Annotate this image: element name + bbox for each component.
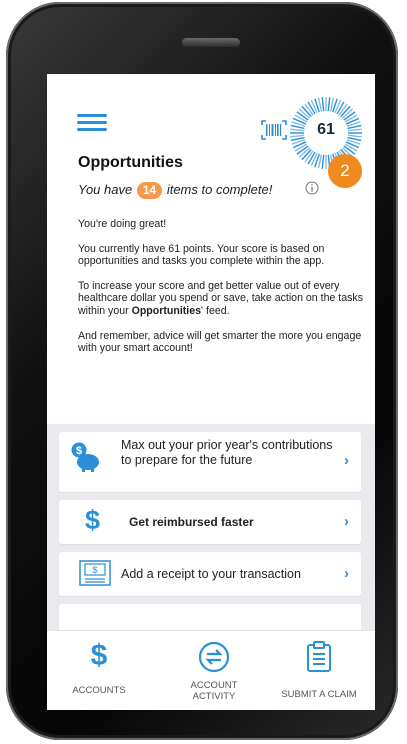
opportunity-card-receipt[interactable]: $ Add a receipt to your transaction ›: [59, 552, 361, 596]
card-label: Get reimbursed faster: [129, 515, 254, 529]
clipboard-icon: [307, 641, 331, 672]
phone-frame: 61 2 Opportunities You have 14 items to …: [6, 2, 398, 740]
subtitle-suffix: items to complete!: [166, 182, 273, 197]
body-paragraph: You're doing great!: [78, 218, 167, 230]
app-screen: 61 2 Opportunities You have 14 items to …: [47, 74, 375, 710]
info-icon[interactable]: [305, 181, 319, 195]
piggy-bank-icon: $: [71, 442, 99, 472]
opportunities-header: 61 2 Opportunities You have 14 items to …: [47, 74, 375, 424]
barcode-icon[interactable]: [261, 120, 287, 140]
bottom-tab-bar: $ ACCOUNTS ACCOUNT ACTIVITY SUBMIT A CLA…: [47, 630, 375, 710]
tab-label: ACCOUNT ACTIVITY: [190, 680, 238, 702]
tab-submit-claim[interactable]: SUBMIT A CLAIM: [269, 637, 369, 700]
body-paragraph: And remember, advice will get smarter th…: [78, 329, 362, 355]
opportunity-card-reimbursed[interactable]: $ Get reimbursed faster ›: [59, 500, 361, 544]
body-paragraph: To increase your score and get better va…: [78, 280, 370, 318]
transfer-icon: [198, 641, 230, 673]
body-paragraph: You currently have 61 points. Your score…: [78, 242, 325, 268]
tab-label: SUBMIT A CLAIM: [281, 689, 357, 700]
tab-accounts[interactable]: $ ACCOUNTS: [49, 637, 149, 696]
chevron-right-icon[interactable]: ›: [344, 452, 349, 469]
opportunities-emphasis: Opportunities: [131, 304, 202, 317]
chevron-right-icon[interactable]: ›: [344, 513, 349, 530]
card-label: Add a receipt to your transaction: [121, 567, 301, 581]
subtitle-prefix: You have: [78, 182, 133, 197]
speaker-grille: [182, 38, 240, 47]
body-text-after: ' feed.: [201, 304, 230, 317]
opportunity-card-max-contributions[interactable]: $ Max out your prior year's contribution…: [59, 432, 361, 492]
menu-icon[interactable]: [77, 114, 107, 131]
score-explanation: You're doing great! You currently have 6…: [78, 218, 370, 367]
score-value: 61: [317, 121, 335, 138]
page-title: Opportunities: [78, 154, 183, 171]
svg-text:$: $: [76, 445, 82, 457]
items-subtitle: You have 14 items to complete!: [78, 182, 272, 199]
chevron-right-icon[interactable]: ›: [344, 565, 349, 582]
receipt-icon: $: [79, 560, 111, 586]
tab-label: ACCOUNTS: [72, 685, 126, 696]
items-count-badge: 14: [136, 182, 163, 199]
notification-badge[interactable]: 2: [328, 154, 362, 188]
tab-account-activity[interactable]: ACCOUNT ACTIVITY: [164, 637, 264, 702]
svg-text:$: $: [92, 565, 97, 575]
dollar-icon: $: [85, 505, 101, 535]
card-label: Max out your prior year's contributions …: [121, 438, 333, 467]
dollar-icon: $: [90, 639, 108, 672]
